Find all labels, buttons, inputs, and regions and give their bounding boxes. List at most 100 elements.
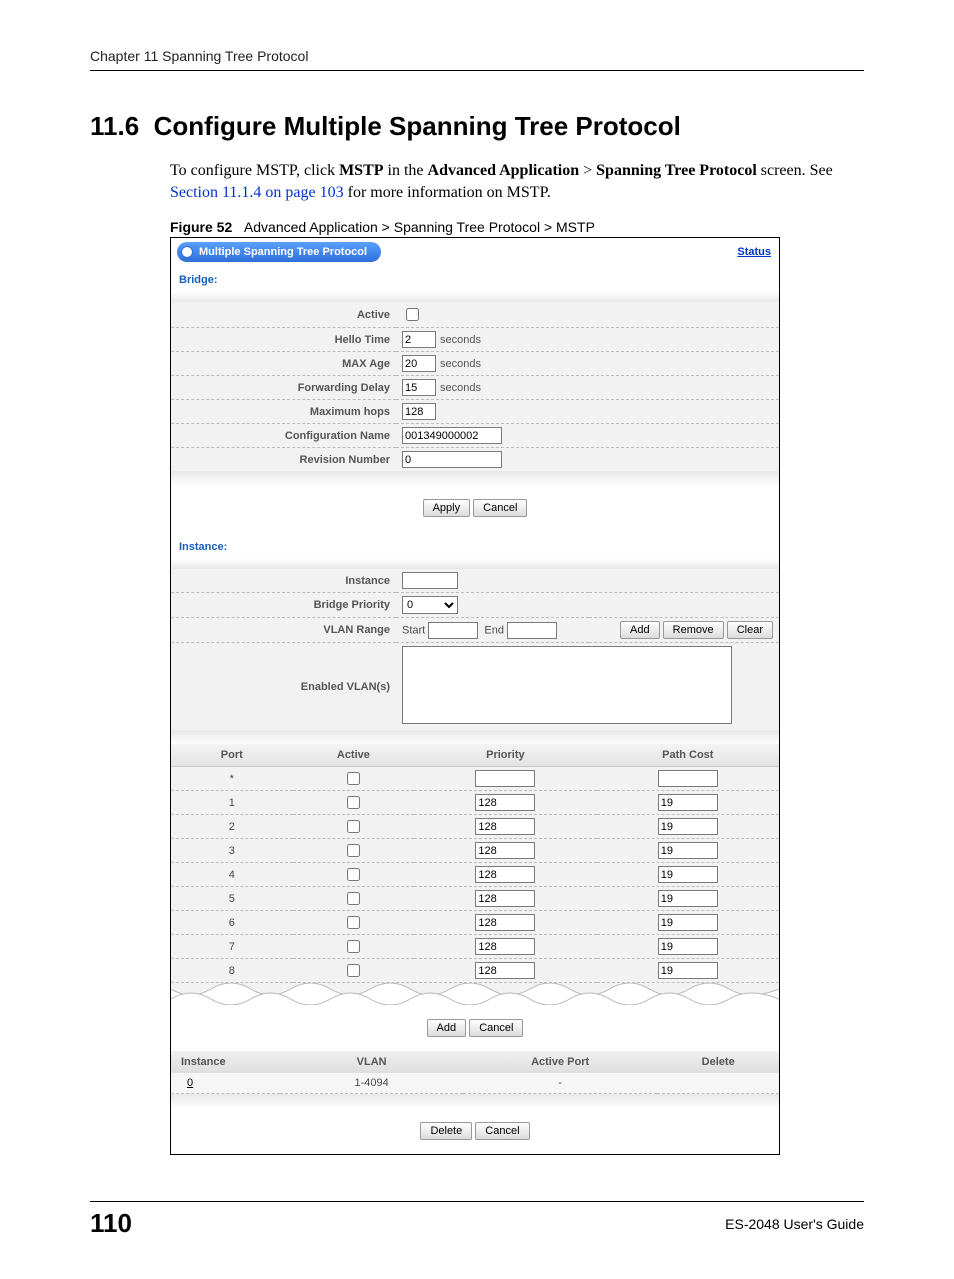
figure-caption: Figure 52 Advanced Application > Spannin… (170, 219, 864, 235)
guide-name: ES-2048 User's Guide (725, 1216, 864, 1232)
port-pathcost-input[interactable] (658, 890, 718, 907)
inst-tbl-h-instance: Instance (171, 1051, 280, 1073)
port-priority-input[interactable] (475, 938, 535, 955)
port-pathcost-input[interactable] (658, 794, 718, 811)
bridge-form: Active Hello Time seconds MAX Age second… (171, 302, 779, 471)
vlan-start-input[interactable] (428, 622, 478, 639)
ports-header-active: Active (293, 744, 415, 767)
vlan-add-button[interactable]: Add (620, 621, 660, 639)
cancel-button[interactable]: Cancel (473, 499, 527, 517)
port-number-cell: 8 (171, 959, 293, 983)
vlan-clear-button[interactable]: Clear (727, 621, 773, 639)
rev-num-input[interactable] (402, 451, 502, 468)
torn-edge-icon (171, 983, 779, 1005)
intro-stp: Spanning Tree Protocol (596, 162, 757, 179)
active-checkbox[interactable] (406, 308, 419, 321)
label-active: Active (171, 302, 396, 328)
instance-input[interactable] (402, 572, 458, 589)
chapter-header: Chapter 11 Spanning Tree Protocol (90, 48, 864, 71)
inst-tbl-h-activeport: Active Port (463, 1051, 658, 1073)
port-pathcost-input[interactable] (658, 770, 718, 787)
max-age-input[interactable] (402, 355, 436, 372)
port-priority-input[interactable] (475, 914, 535, 931)
port-row: 8 (171, 959, 779, 983)
label-vlan-range: VLAN Range (171, 618, 396, 643)
port-cancel-button[interactable]: Cancel (469, 1019, 523, 1037)
intro-text: > (579, 162, 596, 179)
port-active-checkbox[interactable] (347, 844, 360, 857)
port-add-button[interactable]: Add (427, 1019, 467, 1037)
port-priority-input[interactable] (475, 866, 535, 883)
port-active-checkbox[interactable] (347, 940, 360, 953)
port-row: * (171, 767, 779, 791)
cancel-button-bottom[interactable]: Cancel (475, 1122, 529, 1140)
port-row: 2 (171, 815, 779, 839)
inst-tbl-h-delete: Delete (657, 1051, 779, 1073)
intro-text: for more information on MSTP. (344, 184, 551, 201)
port-pathcost-input[interactable] (658, 938, 718, 955)
hello-time-input[interactable] (402, 331, 436, 348)
delete-button[interactable]: Delete (420, 1122, 472, 1140)
status-link[interactable]: Status (737, 246, 771, 258)
instance-activeport-cell: - (463, 1073, 658, 1094)
port-priority-input[interactable] (475, 962, 535, 979)
port-priority-input[interactable] (475, 842, 535, 859)
port-pathcost-input[interactable] (658, 914, 718, 931)
label-bridge-priority: Bridge Priority (171, 593, 396, 618)
ports-header-pathcost: Path Cost (597, 744, 779, 767)
port-pathcost-input[interactable] (658, 962, 718, 979)
fwd-delay-input[interactable] (402, 379, 436, 396)
enabled-vlans-textarea[interactable] (402, 646, 732, 724)
instance-id-link[interactable]: 0 (187, 1077, 193, 1089)
intro-mstp: MSTP (339, 162, 383, 179)
label-rev-num: Revision Number (171, 448, 396, 472)
port-number-cell: 7 (171, 935, 293, 959)
port-priority-input[interactable] (475, 794, 535, 811)
section-heading: 11.6 Configure Multiple Spanning Tree Pr… (90, 111, 864, 142)
label-max-age: MAX Age (171, 352, 396, 376)
max-hops-input[interactable] (402, 403, 436, 420)
port-pathcost-input[interactable] (658, 818, 718, 835)
label-instance: Instance (171, 569, 396, 593)
intro-text: in the (384, 162, 428, 179)
vlan-end-input[interactable] (507, 622, 557, 639)
port-priority-input[interactable] (475, 818, 535, 835)
cfg-name-input[interactable] (402, 427, 502, 444)
port-active-checkbox[interactable] (347, 868, 360, 881)
intro-text: screen. See (757, 162, 833, 179)
port-number-cell: 6 (171, 911, 293, 935)
label-cfg-name: Configuration Name (171, 424, 396, 448)
port-priority-input[interactable] (475, 890, 535, 907)
ports-header-port: Port (171, 744, 293, 767)
instance-form: Instance Bridge Priority 0 VLAN Range St… (171, 569, 779, 730)
section-link[interactable]: Section 11.1.4 on page 103 (170, 184, 344, 201)
instance-section-label: Instance: (171, 531, 779, 559)
section-title-text: Configure Multiple Spanning Tree Protoco… (154, 111, 681, 141)
port-pathcost-input[interactable] (658, 842, 718, 859)
port-active-checkbox[interactable] (347, 820, 360, 833)
port-active-checkbox[interactable] (347, 772, 360, 785)
vlan-remove-button[interactable]: Remove (663, 621, 724, 639)
port-priority-input[interactable] (475, 770, 535, 787)
figure-label: Figure 52 (170, 219, 232, 235)
port-active-checkbox[interactable] (347, 892, 360, 905)
port-pathcost-input[interactable] (658, 866, 718, 883)
port-active-checkbox[interactable] (347, 796, 360, 809)
panel-title-pill: Multiple Spanning Tree Protocol (177, 242, 381, 262)
instance-vlan-cell: 1-4094 (280, 1073, 462, 1094)
port-row: 5 (171, 887, 779, 911)
intro-text: To configure MSTP, click (170, 162, 339, 179)
port-active-checkbox[interactable] (347, 964, 360, 977)
port-row: 1 (171, 791, 779, 815)
port-active-checkbox[interactable] (347, 916, 360, 929)
bridge-priority-select[interactable]: 0 (402, 596, 458, 614)
port-number-cell: 5 (171, 887, 293, 911)
mstp-config-panel: Multiple Spanning Tree Protocol Status B… (170, 237, 780, 1155)
instance-summary-table: Instance VLAN Active Port Delete 0 1-409… (171, 1051, 779, 1094)
seconds-suffix: seconds (440, 334, 481, 346)
port-number-cell: * (171, 767, 293, 791)
bridge-section-label: Bridge: (171, 264, 779, 292)
apply-button[interactable]: Apply (423, 499, 471, 517)
label-enabled-vlans: Enabled VLAN(s) (171, 643, 396, 731)
ports-header-priority: Priority (414, 744, 596, 767)
